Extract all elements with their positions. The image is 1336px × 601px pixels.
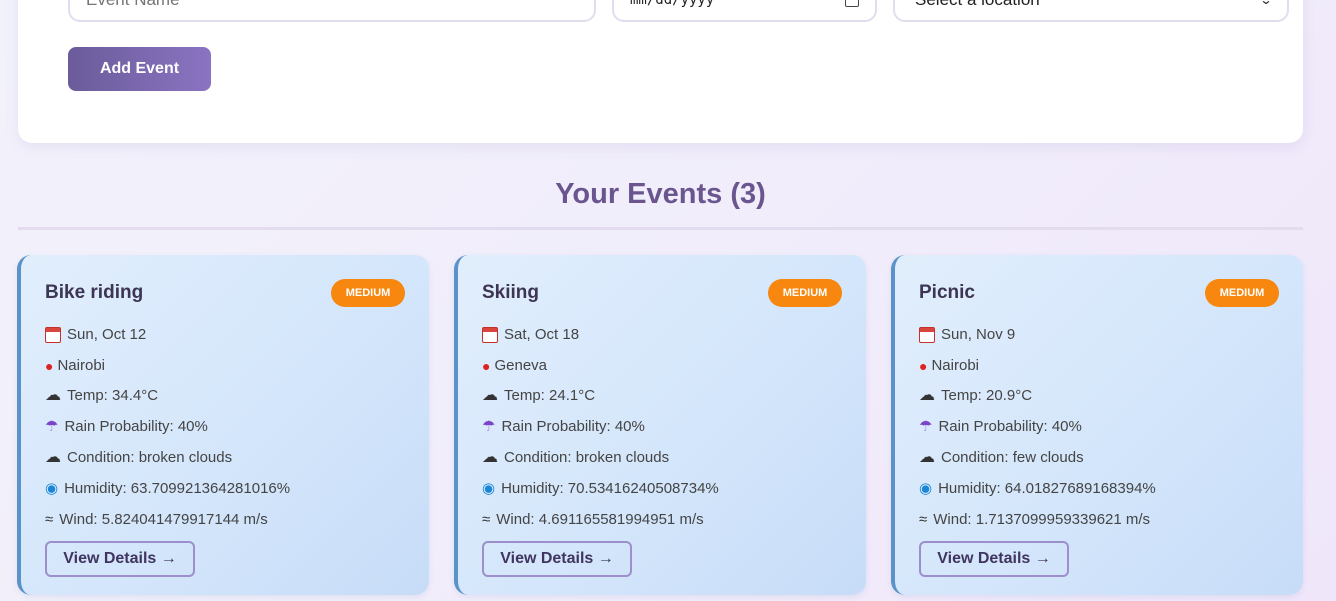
wind-icon: ≈ — [919, 511, 928, 528]
calendar-icon — [482, 326, 498, 343]
view-details-button[interactable]: View Details → — [919, 541, 1069, 577]
pin-icon: ● — [482, 357, 491, 374]
cloud-icon: ☁ — [482, 448, 498, 466]
priority-badge: MEDIUM — [331, 279, 405, 307]
event-location: Nairobi — [57, 357, 105, 374]
event-rain-row: ☂ Rain Probability: 40% — [45, 418, 208, 435]
event-date: Sat, Oct 18 — [504, 326, 580, 343]
event-temp-row: ☁ Temp: 20.9°C — [919, 387, 1032, 404]
event-date-row: Sat, Oct 18 — [482, 326, 579, 343]
calendar-icon — [45, 326, 61, 343]
chevron-down-icon: ⌄ — [1259, 0, 1273, 7]
event-condition-row: ☁ Condition: broken clouds — [45, 449, 232, 466]
event-location: Geneva — [494, 357, 548, 374]
calendar-picker-icon[interactable] — [845, 0, 859, 7]
event-temp-row: ☁ Temp: 34.4°C — [45, 387, 158, 404]
event-humidity: Humidity: 64.01827689168394% — [938, 480, 1156, 497]
umbrella-icon: ☂ — [919, 418, 933, 435]
event-name-input[interactable]: Event Name — [68, 0, 596, 22]
event-location: Nairobi — [931, 357, 979, 374]
event-rain: Rain Probability: 40% — [64, 418, 208, 435]
event-date-placeholder: mm/dd/yyyy — [630, 0, 715, 8]
event-wind: Wind: 4.691165581994951 m/s — [496, 511, 704, 528]
event-card: Bike riding MEDIUM Sun, Oct 12 ● Nairobi… — [17, 255, 429, 595]
event-wind: Wind: 5.824041479917144 m/s — [59, 511, 268, 528]
wind-icon: ≈ — [45, 511, 54, 528]
pin-icon: ● — [45, 357, 54, 374]
event-title: Bike riding — [45, 282, 144, 303]
event-location-row: ● Geneva — [482, 357, 547, 374]
umbrella-icon: ☂ — [482, 418, 496, 435]
add-event-button[interactable]: Add Event — [68, 47, 211, 91]
priority-badge: MEDIUM — [768, 279, 842, 307]
droplet-icon: ◉ — [482, 480, 496, 497]
event-condition-row: ☁ Condition: few clouds — [919, 449, 1084, 466]
view-details-button[interactable]: View Details → — [482, 541, 632, 577]
section-divider — [18, 227, 1303, 230]
event-wind-row: ≈ Wind: 1.7137099959339621 m/s — [919, 511, 1150, 528]
add-event-form: Event Name mm/dd/yyyy Select a location … — [18, 0, 1303, 143]
cloud-icon: ☁ — [45, 448, 61, 466]
event-wind: Wind: 1.7137099959339621 m/s — [933, 511, 1151, 528]
event-humidity-row: ◉ Humidity: 70.53416240508734% — [482, 480, 719, 497]
event-temp: Temp: 20.9°C — [941, 387, 1033, 404]
event-date-row: Sun, Oct 12 — [45, 326, 146, 343]
event-rain: Rain Probability: 40% — [501, 418, 645, 435]
event-date-input[interactable]: mm/dd/yyyy — [612, 0, 877, 22]
view-details-button[interactable]: View Details → — [45, 541, 195, 577]
event-date: Sun, Nov 9 — [941, 326, 1016, 343]
priority-badge: MEDIUM — [1205, 279, 1279, 307]
event-temp-row: ☁ Temp: 24.1°C — [482, 387, 595, 404]
location-select[interactable]: Select a location ⌄ — [893, 0, 1289, 22]
wind-icon: ≈ — [482, 511, 491, 528]
event-condition-row: ☁ Condition: broken clouds — [482, 449, 669, 466]
event-condition: Condition: broken clouds — [504, 449, 670, 466]
cloud-icon: ☁ — [482, 386, 498, 404]
cloud-icon: ☁ — [45, 386, 61, 404]
event-temp: Temp: 34.4°C — [67, 387, 159, 404]
event-card: Picnic MEDIUM Sun, Nov 9 ● Nairobi ☁ Tem… — [891, 255, 1303, 595]
event-condition: Condition: few clouds — [941, 449, 1084, 466]
event-rain-row: ☂ Rain Probability: 40% — [482, 418, 645, 435]
event-condition: Condition: broken clouds — [67, 449, 233, 466]
cloud-icon: ☁ — [919, 448, 935, 466]
pin-icon: ● — [919, 357, 928, 374]
event-rain: Rain Probability: 40% — [938, 418, 1082, 435]
event-location-row: ● Nairobi — [45, 357, 105, 374]
event-rain-row: ☂ Rain Probability: 40% — [919, 418, 1082, 435]
event-wind-row: ≈ Wind: 4.691165581994951 m/s — [482, 511, 704, 528]
calendar-icon — [919, 326, 935, 343]
droplet-icon: ◉ — [45, 480, 59, 497]
event-humidity: Humidity: 63.709921364281016% — [64, 480, 291, 497]
location-select-value: Select a location — [915, 0, 1040, 10]
cloud-icon: ☁ — [919, 386, 935, 404]
event-humidity-row: ◉ Humidity: 63.709921364281016% — [45, 480, 290, 497]
events-section-title: Your Events (3) — [555, 178, 766, 210]
event-date: Sun, Oct 12 — [67, 326, 147, 343]
event-temp: Temp: 24.1°C — [504, 387, 596, 404]
event-name-placeholder: Event Name — [86, 0, 180, 10]
umbrella-icon: ☂ — [45, 418, 59, 435]
event-wind-row: ≈ Wind: 5.824041479917144 m/s — [45, 511, 268, 528]
event-location-row: ● Nairobi — [919, 357, 979, 374]
event-humidity-row: ◉ Humidity: 64.01827689168394% — [919, 480, 1156, 497]
event-humidity: Humidity: 70.53416240508734% — [501, 480, 719, 497]
event-date-row: Sun, Nov 9 — [919, 326, 1015, 343]
event-card: Skiing MEDIUM Sat, Oct 18 ● Geneva ☁ Tem… — [454, 255, 866, 595]
droplet-icon: ◉ — [919, 480, 933, 497]
event-title: Picnic — [919, 282, 975, 303]
event-title: Skiing — [482, 282, 540, 303]
